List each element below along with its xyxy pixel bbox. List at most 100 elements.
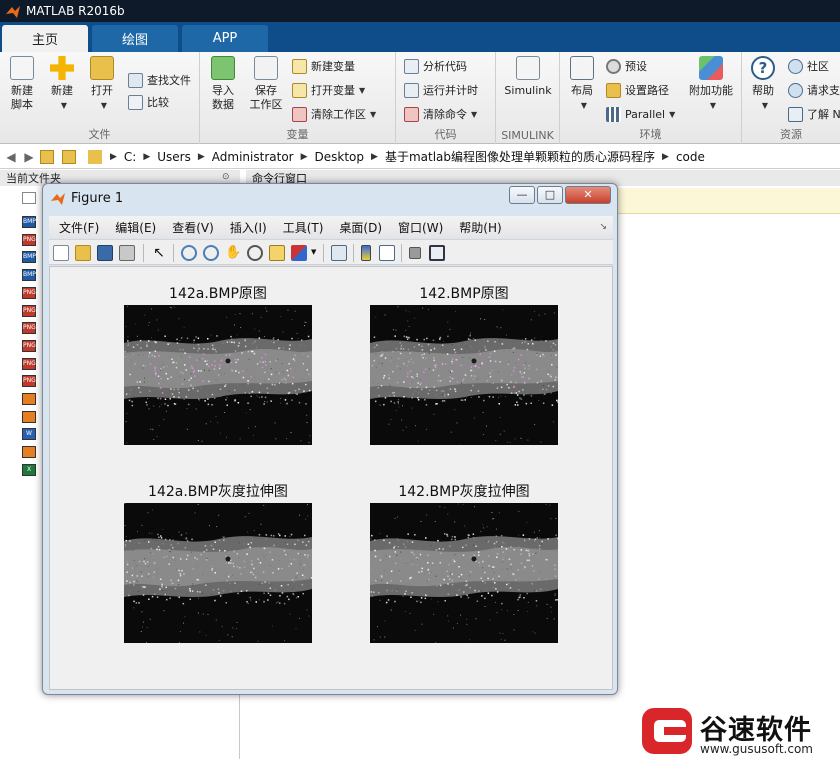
new-button[interactable]: 新建 ▼ [44,56,80,113]
forward-arrow-icon[interactable]: ▶ [22,150,36,164]
file-type-icon[interactable]: PNG [22,375,36,388]
breadcrumb-project-folder[interactable]: 基于matlab编程图像处理单颗颗粒的质心源码程序 [385,148,655,165]
breadcrumb-users[interactable]: Users [157,150,191,164]
menu-tools[interactable]: 工具(T) [283,219,324,236]
file-type-icon[interactable] [22,446,36,459]
up-folder-icon[interactable] [40,149,54,164]
file-type-icon[interactable]: PNG [22,233,36,246]
layout-button[interactable]: 布局 ▼ [564,56,600,113]
file-type-icon[interactable] [22,393,36,405]
file-type-icon[interactable]: PNG [22,322,36,335]
help-question-icon: ? [751,56,775,80]
breadcrumb-administrator[interactable]: Administrator [212,150,294,164]
file-type-icon[interactable]: BMP [22,216,36,228]
brush-dropdown-icon[interactable]: ▼ [311,248,316,256]
community-label: 社区 [807,60,829,73]
find-files-label: 查找文件 [147,74,191,87]
menu-insert[interactable]: 插入(I) [230,219,267,236]
menu-desktop[interactable]: 桌面(D) [339,219,382,236]
pointer-icon[interactable]: ↖ [151,245,167,261]
data-cursor-icon[interactable] [269,245,285,261]
image-axes-2[interactable] [370,305,558,445]
brush-icon[interactable] [291,245,307,261]
group-file-label: 文件 [88,128,111,141]
open-button[interactable]: 打开 ▼ [84,56,120,113]
image-axes-1[interactable] [124,305,312,445]
request-support-button[interactable]: 请求支 [788,80,840,100]
image-axes-3[interactable] [124,503,312,643]
back-arrow-icon[interactable]: ◀ [4,150,18,164]
analyze-code-button[interactable]: 分析代码 [404,56,467,76]
menu-help[interactable]: 帮助(H) [459,219,501,236]
tab-apps[interactable]: APP [182,25,268,52]
document-icon[interactable] [22,192,36,204]
new-script-button[interactable]: 新建 脚本 [4,56,40,112]
addons-button[interactable]: 附加功能 ▼ [686,56,736,113]
rotate-3d-icon[interactable] [247,245,263,261]
maximize-icon[interactable]: □ [537,186,563,204]
tab-home[interactable]: 主页 [2,25,88,52]
community-button[interactable]: 社区 [788,56,829,76]
set-path-button[interactable]: 设置路径 [606,80,669,100]
import-data-button[interactable]: 导入 数据 [206,56,240,112]
show-plot-tools-icon[interactable] [429,245,445,261]
file-type-icon[interactable]: PNG [22,339,36,352]
file-type-icon[interactable]: BMP [22,269,36,282]
image-axes-4[interactable] [370,503,558,643]
colorbar-icon[interactable] [361,245,371,261]
legend-icon[interactable] [379,245,395,261]
minimize-icon[interactable]: — [509,186,535,204]
print-icon[interactable] [119,245,135,261]
zoom-in-icon[interactable] [181,245,197,261]
path-separator-icon: ▶ [143,151,151,162]
file-type-icon[interactable]: PNG [22,286,36,299]
clear-commands-button[interactable]: 清除命令 ▼ [404,104,477,124]
addons-label: 附加功能 [689,84,733,97]
tab-plots[interactable]: 绘图 [92,25,178,52]
file-type-icon[interactable]: X [22,463,36,476]
figure-window[interactable]: Figure 1 — □ ✕ 文件(F) 编辑(E) 查看(V) 插入(I) 工… [42,183,618,695]
menu-file[interactable]: 文件(F) [59,219,99,236]
group-file: 新建 脚本 新建 ▼ 打开 ▼ 查找文件 比较 文件 [0,52,200,144]
parallel-button[interactable]: Parallel ▼ [606,104,675,124]
open-file-icon[interactable] [75,245,91,261]
menu-edit[interactable]: 编辑(E) [115,219,156,236]
simulink-button[interactable]: Simulink [500,56,556,98]
run-and-time-button[interactable]: 运行并计时 [404,80,478,100]
zoom-out-icon[interactable] [203,245,219,261]
breadcrumb-drive[interactable]: C: [124,150,136,164]
new-variable-button[interactable]: 新建变量 [292,56,355,76]
gear-icon [606,58,621,74]
group-variable-label: 变量 [286,128,309,141]
file-type-icon[interactable]: PNG [22,357,36,370]
find-files-button[interactable]: 查找文件 [128,70,191,90]
open-variable-button[interactable]: 打开变量 ▼ [292,80,365,100]
pan-hand-icon[interactable]: ✋ [225,245,241,261]
save-icon[interactable] [97,245,113,261]
file-type-icon[interactable]: BMP [22,251,36,264]
new-figure-icon[interactable] [53,245,69,261]
learn-button[interactable]: 了解 N [788,104,840,124]
panel-menu-icon[interactable]: ⊙ [222,172,230,182]
file-type-icon[interactable]: W [22,428,36,441]
menu-dock-icon[interactable]: ↘ [599,222,607,232]
menu-view[interactable]: 查看(V) [172,219,214,236]
watermark: 谷速软件 www.gususoft.com [640,702,840,759]
preferences-button[interactable]: 预设 [606,56,647,76]
file-type-icon[interactable] [22,410,36,423]
save-workspace-button[interactable]: 保存 工作区 [246,56,286,112]
compare-button[interactable]: 比较 [128,92,169,112]
link-plot-icon[interactable] [331,245,347,261]
clear-workspace-button[interactable]: 清除工作区 ▼ [292,104,376,124]
menu-window[interactable]: 窗口(W) [398,219,443,236]
open-variable-icon [292,82,307,98]
browse-folder-icon[interactable] [62,149,76,164]
file-type-icon[interactable]: PNG [22,304,36,317]
close-icon[interactable]: ✕ [565,186,611,204]
run-and-time-icon [404,82,419,98]
help-button[interactable]: ? 帮助 ▼ [746,56,780,113]
breadcrumb-code[interactable]: code [676,150,705,164]
hide-plot-tools-icon[interactable] [409,247,421,259]
breadcrumb-desktop[interactable]: Desktop [315,150,365,164]
new-variable-icon [292,58,307,74]
